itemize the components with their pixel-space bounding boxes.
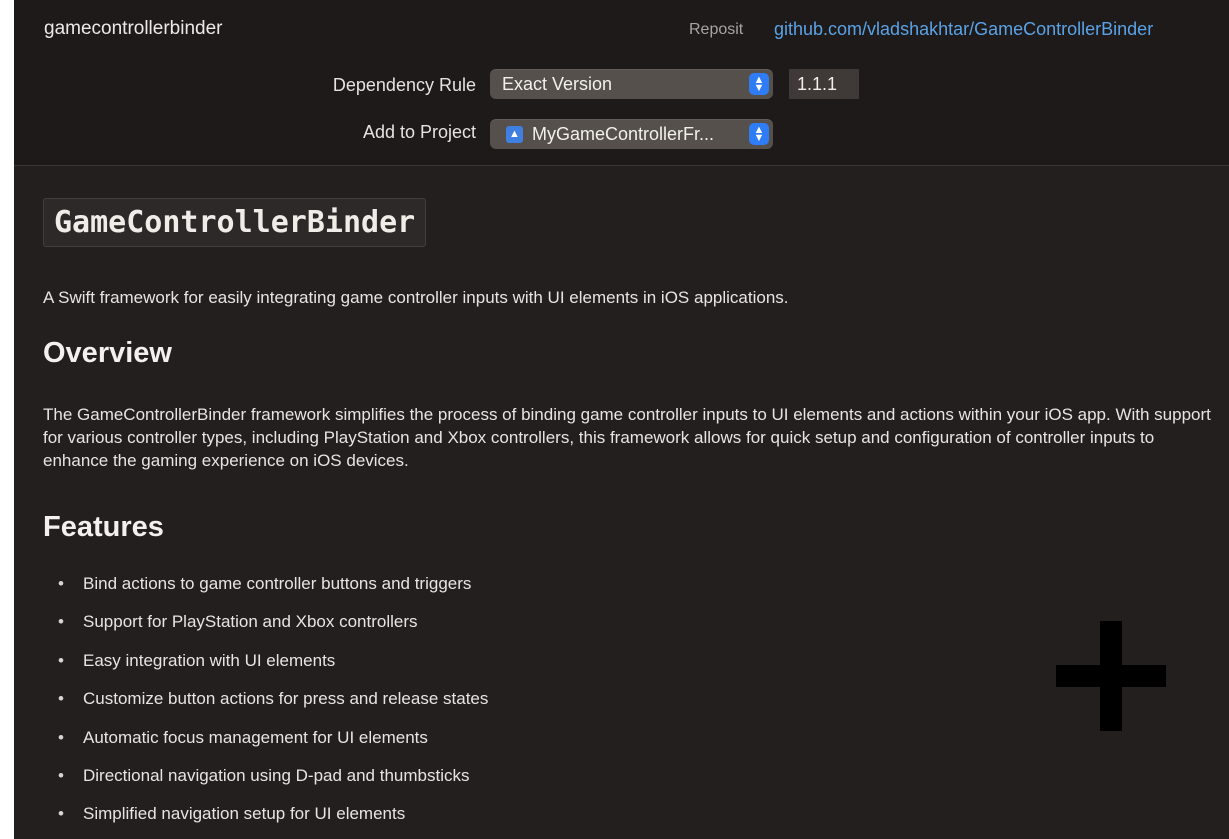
add-to-project-value: MyGameControllerFr... (532, 124, 715, 144)
dependency-rule-popup[interactable]: Exact Version ▲ ▼ (490, 69, 773, 99)
add-to-project-popup[interactable]: ▲ MyGameControllerFr... ▲ ▼ (490, 119, 773, 149)
bullet-icon: • (58, 727, 64, 747)
bullet-icon: • (58, 765, 64, 785)
bullet-icon: • (58, 650, 64, 670)
feature-text: Easy integration with UI elements (83, 650, 336, 670)
feature-text: Support for PlayStation and Xbox control… (83, 612, 418, 632)
features-list: • Bind actions to game controller buttons… (43, 574, 488, 839)
package-header: gamecontrollerbinder Reposit github.com/… (14, 0, 1229, 166)
list-item: • Automatic focus management for UI eleme… (43, 728, 488, 766)
overview-paragraph: The GameControllerBinder framework simpl… (43, 405, 1211, 470)
bullet-icon: • (58, 804, 64, 824)
up-down-chevron-icon[interactable]: ▲ ▼ (749, 73, 769, 95)
bullet-icon: • (58, 574, 64, 593)
add-to-project-label: Add to Project (362, 122, 476, 142)
dependency-rule-label: Dependency Rule (332, 75, 476, 95)
crosshair-horizontal-bar (1056, 665, 1166, 687)
list-item: • Customize button actions for press and … (43, 689, 488, 727)
dependency-rule-value: Exact Version (502, 74, 613, 94)
xcode-project-icon: ▲ (506, 126, 523, 143)
list-item: • Directional navigation using D-pad and … (43, 766, 488, 804)
readme-intro: A Swift framework for easily integrating… (43, 288, 789, 307)
package-name: gamecontrollerbinder (44, 18, 223, 39)
list-item: • Bind actions to game controller buttons… (43, 574, 488, 612)
bullet-icon: • (58, 689, 64, 709)
bullet-icon: • (58, 612, 64, 632)
crosshair-plus-icon (1056, 621, 1166, 731)
up-down-chevron-icon[interactable]: ▲ ▼ (749, 123, 769, 145)
feature-text: Simplified navigation setup for UI eleme… (83, 804, 406, 824)
repository-label: Reposit (689, 21, 744, 38)
feature-text: Customize button actions for press and r… (83, 689, 489, 709)
list-item: • Easy integration with UI elements (43, 651, 488, 689)
package-details-window: gamecontrollerbinder Reposit github.com/… (14, 0, 1229, 839)
readme-title: GameControllerBinder (43, 198, 427, 247)
list-item: • Support for PlayStation and Xbox contro… (43, 612, 488, 650)
feature-text: Bind actions to game controller buttons … (83, 574, 472, 593)
version-field[interactable] (789, 69, 859, 99)
feature-text: Automatic focus management for UI elemen… (83, 727, 428, 747)
overview-heading: Overview (43, 337, 172, 369)
feature-text: Directional navigation using D-pad and t… (83, 765, 470, 785)
features-heading: Features (43, 511, 164, 543)
repository-link[interactable]: github.com/vladshakhtar/GameControllerBi… (774, 19, 1153, 40)
list-item: • Simplified navigation setup for UI elem… (43, 804, 488, 839)
